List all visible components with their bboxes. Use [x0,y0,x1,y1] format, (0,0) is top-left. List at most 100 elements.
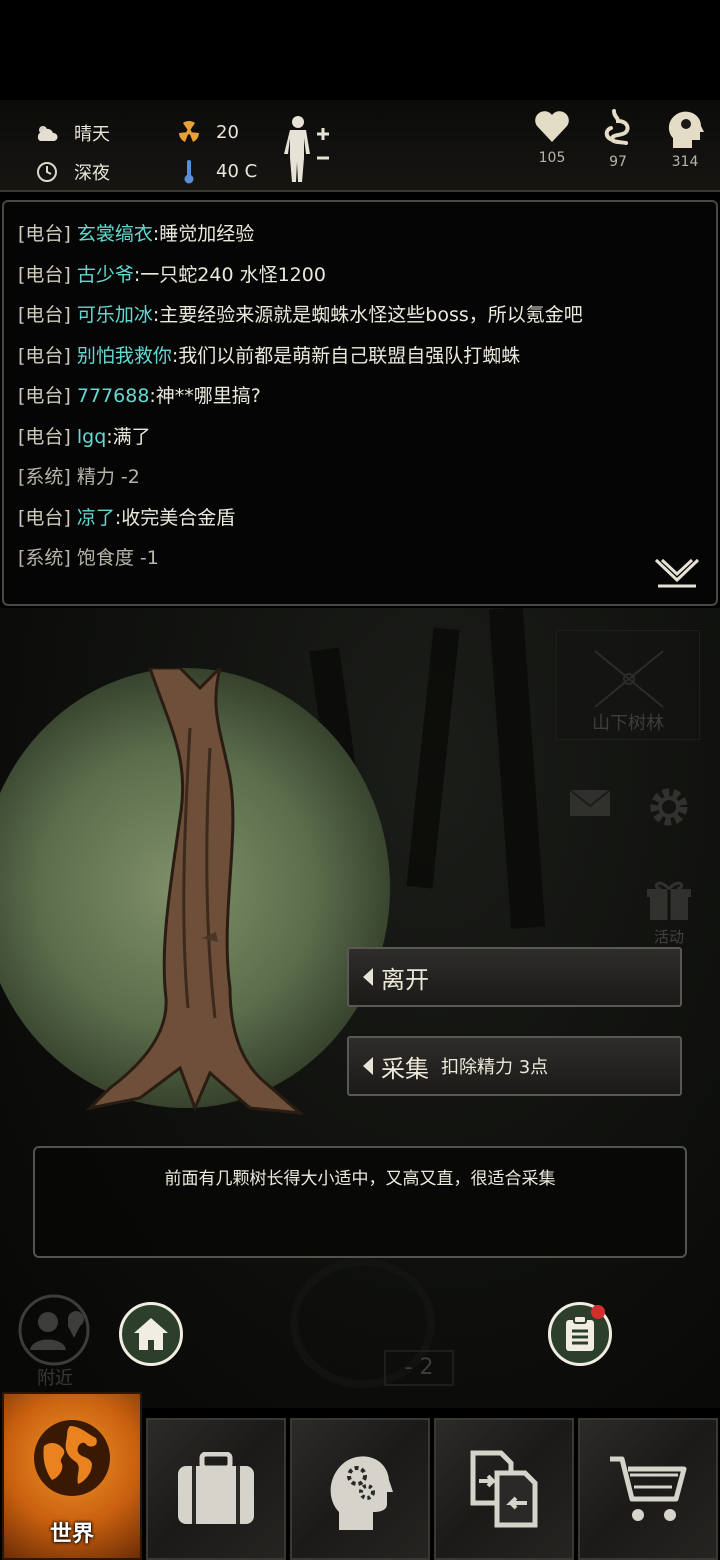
weather-stat: 晴天 [34,120,110,146]
leave-button[interactable]: 离开 [347,947,682,1007]
status-bar: 晴天 深夜 20 40 C 105 97 314 [0,100,720,192]
clipboard-icon [566,1315,594,1351]
partly-cloudy-icon [34,121,60,145]
mail-button[interactable] [566,778,614,826]
notification-badge [591,1305,605,1319]
mind-stat: 314 [655,108,715,170]
nav-inventory[interactable] [146,1418,286,1560]
home-icon [134,1318,168,1350]
leave-label: 离开 [381,965,429,994]
nav-skills[interactable] [290,1418,430,1560]
chat-message: [电台] 别怕我救你:我们以前都是萌新自己联盟自强队打蜘蛛 [18,336,702,377]
channel-tag: [电台] [18,263,71,286]
message-text: :满了 [106,425,151,448]
radiation-stat: 20 [176,120,239,144]
sender-name[interactable]: 古少爷 [77,264,134,286]
message-text: :主要经验来源就是蜘蛛水怪这些boss，所以氪金吧 [152,304,583,326]
weather-text: 晴天 [74,124,110,145]
message-text: 饱食度 -1 [76,547,159,569]
body-figure-icon [284,116,329,182]
message-text: :神**哪里搞? [149,385,261,407]
chat-panel[interactable]: [电台] 玄裳缟衣:睡觉加经验 [电台] 古少爷:一只蛇240 水怪1200 [… [2,200,718,606]
caret-left-icon [363,1057,373,1075]
health-stat: 105 [522,108,582,166]
background-tree [406,627,460,889]
channel-tag: [电台] [18,223,71,245]
mind-icon [668,111,704,148]
event-button[interactable]: 活动 [644,878,694,946]
settings-button[interactable] [646,784,692,830]
suitcase-icon [178,1452,254,1524]
bottom-nav: 世界 [0,1392,720,1560]
nearby-person-icon [18,1294,90,1366]
nearby-button[interactable]: 附近 [16,1292,94,1392]
chat-message: [电台] 可乐加冰:主要经验来源就是蜘蛛水怪这些boss，所以氪金吧 [18,295,702,336]
chat-message: [电台] 777688:神**哪里搞? [18,376,702,417]
gear-icon [650,788,688,826]
tree-illustration [85,668,305,1115]
shopping-cart-icon [610,1456,687,1521]
nav-trade[interactable] [434,1418,574,1560]
message-text: :睡觉加经验 [152,223,255,245]
chat-message: [电台] lgq:满了 [18,417,702,458]
message-text: :一只蛇240 水怪1200 [133,263,326,286]
radiation-icon [176,120,202,144]
background-tree [488,608,546,929]
stomach-value: 97 [609,154,627,170]
double-chevron-down-icon [654,558,700,588]
nav-shop[interactable] [578,1418,718,1560]
sender-name[interactable]: 777688 [77,385,150,407]
map-icon [594,650,664,708]
collapse-chat-button[interactable] [654,558,700,588]
gather-label: 采集 [381,1054,429,1083]
thermometer-icon [176,159,202,184]
mind-value: 314 [671,154,699,170]
radiation-value: 20 [216,121,239,143]
sender-name[interactable]: 凉了 [77,507,115,529]
globe-icon [34,1420,110,1496]
message-text: :收完美合金盾 [114,506,236,529]
message-text: :我们以前都是萌新自己联盟自强队打蜘蛛 [171,344,521,367]
sender-name[interactable]: 可乐加冰 [77,304,153,326]
scene-description: 前面有几颗树长得大小适中，又高又直，很适合采集 [33,1146,687,1258]
temperature-value: 40 C [216,160,258,182]
chat-message: [电台] 玄裳缟衣:睡觉加经验 [18,214,702,255]
gift-icon [647,881,691,920]
location-map-button[interactable]: 山下树林 [556,630,700,740]
temperature-stat: 40 C [176,159,258,184]
system-message: [系统] 精力 -2 [18,457,702,498]
scene-view: 山下树林 活动 离开 采集 扣除精力 3点 前面有几颗树长得大小适中，又高又直，… [0,608,720,1408]
gather-button[interactable]: 采集 扣除精力 3点 [347,1036,682,1096]
body-status-button[interactable] [284,114,332,184]
sender-name[interactable]: 别怕我救你 [77,345,172,367]
nav-world[interactable]: 世界 [2,1392,142,1560]
time-stat: 深夜 [34,159,110,185]
heart-icon [535,111,569,142]
chat-message: [电台] 古少爷:一只蛇240 水怪1200 [18,255,702,296]
channel-tag: [电台] [18,425,71,448]
channel-tag: [电台] [18,304,71,326]
message-text: 精力 -2 [76,466,140,488]
channel-tag: [系统] [18,466,71,488]
clock-icon [34,160,60,184]
head-gears-icon [330,1456,393,1530]
stomach-stat: 97 [588,108,648,170]
compass-value: - 2 [384,1350,454,1386]
event-label: 活动 [653,928,684,946]
channel-tag: [系统] [18,547,71,569]
location-name: 山下树林 [592,713,664,734]
sender-name[interactable]: 玄裳缟衣 [77,223,153,245]
channel-tag: [电台] [18,344,71,367]
channel-tag: [电台] [18,506,71,529]
stomach-icon [604,109,630,145]
health-value: 105 [538,150,566,166]
caret-left-icon [363,968,373,986]
sender-name[interactable]: lgq [77,426,106,448]
quest-log-button[interactable] [548,1302,612,1366]
gather-cost: 扣除精力 3点 [441,1057,549,1078]
chat-message: [电台] 凉了:收完美合金盾 [18,498,702,539]
channel-tag: [电台] [18,385,71,407]
time-text: 深夜 [74,163,110,184]
exchange-icon [470,1450,538,1528]
home-button[interactable] [119,1302,183,1366]
